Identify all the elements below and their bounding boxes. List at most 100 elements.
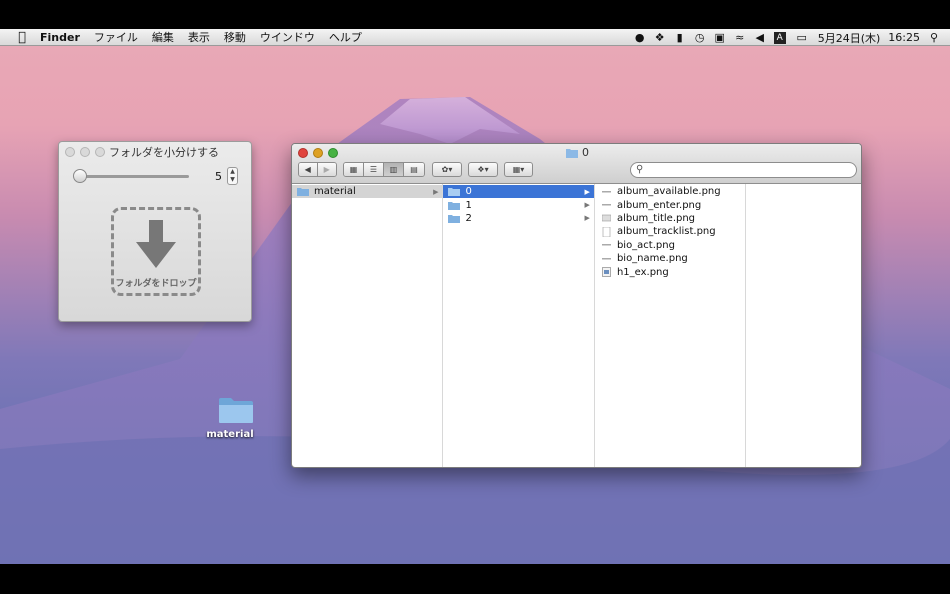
list-item[interactable]: material ▶	[292, 185, 443, 199]
wifi-icon[interactable]: ≈	[734, 31, 746, 44]
dropbox-icon: ❖▾	[477, 165, 489, 174]
panel-zoom-button[interactable]	[95, 147, 105, 157]
time-machine-icon[interactable]: ◷	[694, 31, 706, 44]
dropbox-share-button[interactable]: ❖▾	[468, 162, 498, 177]
title-folder-icon	[566, 147, 578, 161]
image-file-icon	[601, 254, 611, 264]
column-browser: material ▶ 0 ▶ 1 ▶ 2 ▶ album_available.p…	[292, 184, 861, 467]
item-name: bio_name.png	[616, 253, 688, 265]
finder-toolbar: 0 ◀ ▶ ▦ ☰ ▥ ▤ ✿▾ ❖▾ ▦▾ ⚲	[292, 144, 861, 184]
folder-icon	[297, 187, 309, 197]
coverflow-view-button[interactable]: ▤	[404, 163, 424, 176]
image-file-icon	[601, 213, 612, 223]
menu-view[interactable]: 表示	[188, 29, 210, 45]
column-3: album_available.png album_enter.png albu…	[595, 184, 747, 467]
item-name: material	[314, 186, 356, 198]
panel-title: フォルダを小分けする	[109, 146, 219, 159]
apple-menu-icon[interactable]: 	[14, 30, 30, 45]
menu-edit[interactable]: 編集	[152, 29, 174, 45]
item-name: 2	[465, 212, 472, 224]
folder-icon	[448, 187, 461, 197]
spotlight-icon[interactable]: ⚲	[928, 31, 940, 44]
status-area: ● ❖ ▮ ◷ ▣ ≈ ◀ A ▭ 5月24日(木) 16:25 ⚲	[626, 29, 940, 46]
desktop-folder-material[interactable]: material	[200, 396, 260, 440]
chevron-right-icon: ▶	[584, 201, 590, 210]
dropbox-icon[interactable]: ❖	[654, 31, 666, 44]
image-file-icon	[601, 200, 611, 210]
volume-icon[interactable]: ◀	[754, 31, 766, 44]
folder-icon	[448, 214, 461, 223]
split-count-value: 5	[215, 170, 222, 183]
item-name: album_available.png	[616, 186, 721, 198]
list-view-button[interactable]: ☰	[364, 163, 384, 176]
list-item[interactable]: album_enter.png	[595, 198, 745, 211]
menu-app-name[interactable]: Finder	[40, 31, 80, 44]
cat-icon[interactable]: ●	[634, 31, 646, 44]
split-count-stepper[interactable]: ▲ ▼	[227, 167, 238, 185]
window-zoom-button[interactable]	[328, 148, 338, 158]
item-name: bio_act.png	[616, 239, 675, 251]
finder-window: 0 ◀ ▶ ▦ ☰ ▥ ▤ ✿▾ ❖▾ ▦▾ ⚲ material ▶ 0 ▶ …	[291, 143, 862, 468]
battery-icon[interactable]: ▭	[794, 31, 810, 44]
clock-date[interactable]: 5月24日(木)	[818, 30, 881, 46]
column-1: material ▶	[292, 184, 444, 467]
slider-knob[interactable]	[73, 169, 87, 183]
item-name: 1	[465, 199, 472, 211]
item-name: album_enter.png	[616, 199, 702, 211]
item-name: album_tracklist.png	[616, 226, 716, 238]
window-minimize-button[interactable]	[313, 148, 323, 158]
split-count-slider[interactable]	[77, 175, 189, 178]
list-item[interactable]: h1_ex.png	[595, 265, 745, 278]
image-file-icon	[601, 240, 611, 250]
column-4	[746, 184, 861, 467]
folder-icon	[448, 201, 461, 210]
icon-view-button[interactable]: ▦	[344, 163, 364, 176]
search-input[interactable]: ⚲	[630, 162, 857, 178]
split-folder-panel: フォルダを小分けする 5 ▲ ▼ フォルダをドロップ	[58, 141, 252, 322]
folder-icon	[219, 398, 253, 423]
image-file-icon	[602, 226, 611, 238]
list-item[interactable]: album_available.png	[595, 185, 745, 198]
item-name: album_title.png	[616, 212, 696, 224]
window-close-button[interactable]	[298, 148, 308, 158]
list-item[interactable]: 1 ▶	[443, 198, 593, 211]
arrange-icon: ▦▾	[512, 165, 525, 174]
clock-time[interactable]: 16:25	[888, 31, 920, 44]
panel-close-button[interactable]	[65, 147, 75, 157]
image-file-icon	[601, 187, 611, 197]
view-mode-buttons: ▦ ☰ ▥ ▤	[343, 162, 425, 177]
bookmark-icon[interactable]: ▮	[674, 31, 686, 44]
desktop-folder-label: material	[206, 429, 254, 440]
action-menu-button[interactable]: ✿▾	[432, 162, 462, 177]
gear-icon: ✿▾	[441, 165, 453, 174]
folder-drop-zone[interactable]: フォルダをドロップ	[111, 207, 201, 296]
column-2: 0 ▶ 1 ▶ 2 ▶	[443, 184, 595, 467]
arrange-button[interactable]: ▦▾	[504, 162, 533, 177]
chevron-right-icon: ▶	[433, 187, 439, 196]
column-view-button[interactable]: ▥	[384, 163, 404, 176]
menu-file[interactable]: ファイル	[94, 29, 138, 45]
panel-minimize-button[interactable]	[80, 147, 90, 157]
nav-buttons: ◀ ▶	[298, 162, 337, 177]
list-item[interactable]: bio_name.png	[595, 252, 745, 265]
list-item[interactable]: album_tracklist.png	[595, 225, 745, 238]
item-name: 0	[465, 186, 472, 198]
search-icon: ⚲	[636, 164, 644, 175]
forward-button[interactable]: ▶	[317, 163, 336, 176]
back-button[interactable]: ◀	[299, 163, 318, 176]
image-file-icon	[602, 267, 611, 277]
list-item[interactable]: 2 ▶	[443, 212, 593, 225]
list-item[interactable]: album_title.png	[595, 212, 745, 225]
item-name: h1_ex.png	[616, 266, 669, 278]
window-title: 0	[582, 146, 589, 159]
menu-bar:  Finder ファイル 編集 表示 移動 ウインドウ ヘルプ ● ❖ ▮ ◷…	[0, 29, 950, 46]
menu-go[interactable]: 移動	[224, 29, 246, 45]
list-item[interactable]: bio_act.png	[595, 239, 745, 252]
menu-window[interactable]: ウインドウ	[260, 29, 315, 45]
input-method-icon[interactable]: A	[773, 31, 786, 44]
list-item[interactable]: 0 ▶	[443, 185, 594, 199]
chevron-right-icon: ▶	[584, 214, 590, 223]
drop-zone-label: フォルダをドロップ	[115, 279, 197, 289]
menu-help[interactable]: ヘルプ	[329, 29, 362, 45]
display-icon[interactable]: ▣	[714, 31, 726, 44]
